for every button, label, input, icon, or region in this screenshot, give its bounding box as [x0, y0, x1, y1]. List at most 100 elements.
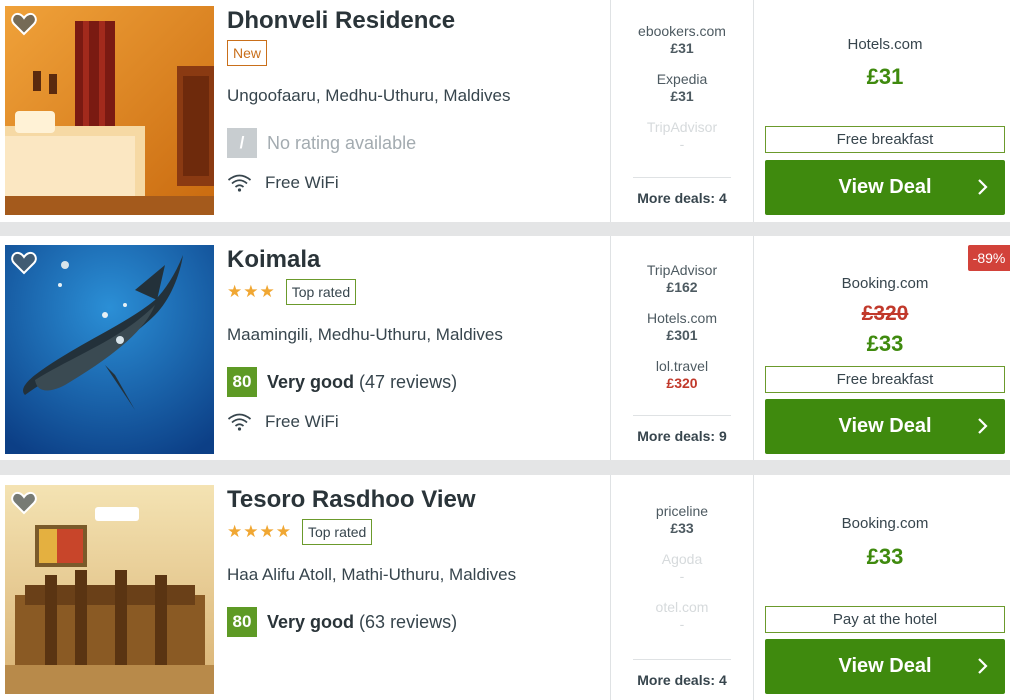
- main-provider: Booking.com: [841, 275, 929, 292]
- top-rated-badge: Top rated: [301, 519, 373, 545]
- hotel-location[interactable]: Maamingili, Medhu-Uthuru, Maldives: [227, 325, 600, 345]
- star-rating: ★★★★: [227, 522, 292, 541]
- wifi-icon: [227, 413, 252, 431]
- new-badge: New: [227, 40, 268, 66]
- hotel-photo[interactable]: [5, 245, 214, 454]
- deal-provider: priceline: [655, 503, 709, 519]
- amenity-row: Free WiFi: [227, 172, 600, 194]
- hotel-dining-image: [5, 485, 214, 694]
- deal-item[interactable]: priceline £33: [611, 503, 753, 537]
- deal-item: TripAdvisor -: [611, 119, 753, 153]
- rating-score: 80: [227, 607, 257, 637]
- badge-row: New: [227, 39, 600, 67]
- deal-price: £301: [666, 327, 698, 343]
- view-deal-button[interactable]: View Deal: [765, 399, 1005, 454]
- deal-price: -: [679, 568, 685, 584]
- hotel-room-image: [5, 6, 214, 215]
- hotel-location[interactable]: Ungoofaaru, Medhu-Uthuru, Maldives: [227, 86, 600, 106]
- deal-item[interactable]: Hotels.com £301: [611, 310, 753, 344]
- hotel-card: Dhonveli Residence New Ungoofaaru, Medhu…: [0, 0, 1010, 222]
- deal-provider: Hotels.com: [646, 310, 718, 326]
- main-price: £31: [866, 64, 904, 89]
- deal-provider: lol.travel: [655, 358, 709, 374]
- review-count: (63 reviews): [359, 611, 458, 632]
- other-deals: priceline £33 Agoda - otel.com - More de…: [610, 475, 754, 700]
- deal-provider: otel.com: [655, 599, 709, 615]
- rating-row: / No rating available: [227, 128, 600, 158]
- deal-price: -: [679, 136, 685, 152]
- hotel-name[interactable]: Koimala: [227, 246, 600, 274]
- rating-score: /: [227, 128, 257, 158]
- deal-item[interactable]: ebookers.com £31: [611, 23, 753, 57]
- more-deals-link[interactable]: More deals: 4: [633, 177, 731, 206]
- main-provider: Hotels.com: [847, 36, 923, 53]
- rating-row[interactable]: 80 Very good (63 reviews): [227, 607, 600, 637]
- hotel-info: Dhonveli Residence New Ungoofaaru, Medhu…: [227, 0, 600, 194]
- chevron-right-icon: [978, 418, 988, 434]
- hotel-photo[interactable]: [5, 6, 214, 215]
- amenity-label: Free WiFi: [265, 412, 339, 431]
- rating-score: 80: [227, 367, 257, 397]
- hotel-info: Koimala ★★★ Top rated Maamingili, Medhu-…: [227, 236, 600, 433]
- deal-item[interactable]: TripAdvisor £162: [611, 262, 753, 296]
- deal-provider: ebookers.com: [638, 23, 726, 39]
- deal-price: £162: [666, 279, 698, 295]
- star-rating: ★★★: [227, 282, 276, 301]
- favorite-heart-icon[interactable]: [11, 12, 37, 36]
- deal-provider: TripAdvisor: [646, 262, 718, 278]
- wifi-icon: [227, 174, 252, 192]
- badge-row: ★★★ Top rated: [227, 278, 600, 306]
- more-deals-link[interactable]: More deals: 9: [633, 415, 731, 444]
- deal-item[interactable]: lol.travel £320: [611, 358, 753, 392]
- hotel-card: Tesoro Rasdhoo View ★★★★ Top rated Haa A…: [0, 475, 1010, 700]
- view-deal-label: View Deal: [838, 415, 932, 437]
- main-deal: Hotels.com £31 Free breakfast View Deal: [755, 0, 1010, 222]
- hotel-info: Tesoro Rasdhoo View ★★★★ Top rated Haa A…: [227, 475, 600, 637]
- deal-price: £31: [670, 88, 694, 104]
- favorite-heart-icon[interactable]: [11, 251, 37, 275]
- rating-label: Very good: [267, 611, 355, 632]
- chevron-right-icon: [978, 658, 988, 674]
- rating-label: Very good: [267, 371, 355, 392]
- perk-label: Free breakfast: [765, 126, 1005, 153]
- view-deal-button[interactable]: View Deal: [765, 160, 1005, 215]
- deal-provider: Agoda: [661, 551, 703, 567]
- other-deals: TripAdvisor £162 Hotels.com £301 lol.tra…: [610, 236, 754, 460]
- amenity-row: Free WiFi: [227, 411, 600, 433]
- badge-row: ★★★★ Top rated: [227, 518, 600, 546]
- original-price: £320: [861, 302, 909, 325]
- main-deal: Booking.com £33 Pay at the hotel View De…: [755, 475, 1010, 700]
- hotel-location[interactable]: Haa Alifu Atoll, Mathi-Uthuru, Maldives: [227, 565, 600, 585]
- view-deal-button[interactable]: View Deal: [765, 639, 1005, 694]
- review-count: (47 reviews): [359, 371, 458, 392]
- deal-price: £33: [670, 520, 694, 536]
- discount-badge: -89%: [968, 245, 1010, 271]
- deal-item: otel.com -: [611, 599, 753, 633]
- hotel-name[interactable]: Tesoro Rasdhoo View: [227, 486, 600, 514]
- hotel-diving-image: [5, 245, 214, 454]
- view-deal-label: View Deal: [838, 655, 932, 677]
- deal-price: £31: [670, 40, 694, 56]
- amenity-label: Free WiFi: [265, 173, 339, 192]
- rating-row[interactable]: 80 Very good (47 reviews): [227, 367, 600, 397]
- deal-provider: Expedia: [656, 71, 708, 87]
- deal-provider: TripAdvisor: [646, 119, 718, 135]
- perk-label: Free breakfast: [765, 366, 1005, 393]
- main-price: £33: [866, 544, 904, 569]
- deal-price: £320: [666, 375, 698, 391]
- hotel-name[interactable]: Dhonveli Residence: [227, 7, 600, 35]
- chevron-right-icon: [978, 179, 988, 195]
- deal-price: -: [679, 616, 685, 632]
- deal-item[interactable]: Expedia £31: [611, 71, 753, 105]
- rating-label: No rating available: [267, 132, 417, 153]
- other-deals: ebookers.com £31 Expedia £31 TripAdvisor…: [610, 0, 754, 222]
- more-deals-link[interactable]: More deals: 4: [633, 659, 731, 688]
- hotel-photo[interactable]: [5, 485, 214, 694]
- main-price: £33: [866, 331, 904, 356]
- hotel-card: Koimala ★★★ Top rated Maamingili, Medhu-…: [0, 236, 1010, 460]
- perk-label: Pay at the hotel: [765, 606, 1005, 633]
- favorite-heart-icon[interactable]: [11, 491, 37, 515]
- main-deal: -89% Booking.com £320 £33 Free breakfast…: [755, 236, 1010, 460]
- main-provider: Booking.com: [841, 515, 929, 532]
- top-rated-badge: Top rated: [285, 279, 357, 305]
